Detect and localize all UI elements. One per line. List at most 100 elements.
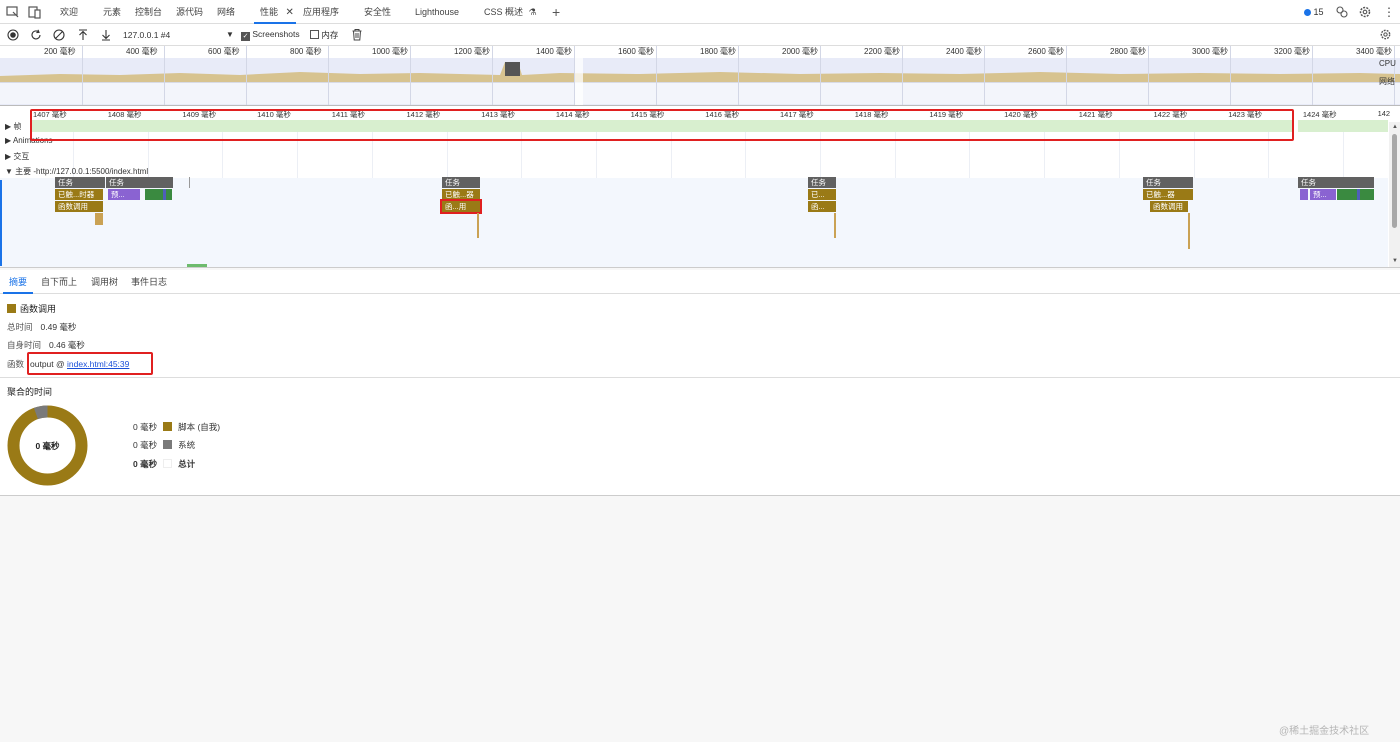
device-toolbar-icon[interactable] (28, 5, 42, 19)
timer-fired-block[interactable]: 已... (808, 189, 836, 200)
add-tab-icon[interactable]: + (552, 0, 560, 24)
total-time-row: 总时间 0.49 毫秒 (7, 321, 76, 333)
tab-welcome[interactable]: 欢迎 (60, 0, 78, 24)
task-block[interactable]: 任务 (106, 177, 173, 188)
self-time-row: 自身时间 0.46 毫秒 (7, 339, 85, 351)
frames-track-header[interactable]: ▶ 帧 (5, 121, 21, 132)
checkbox-checked-icon: ✓ (241, 32, 250, 41)
legend-value: 0 毫秒 (133, 422, 158, 432)
call-stack-block[interactable] (477, 213, 479, 238)
call-stack-block[interactable] (95, 213, 103, 225)
screenshots-label: Screenshots (252, 29, 300, 39)
scroll-down-icon[interactable]: ▼ (1392, 258, 1398, 264)
overview-gridline (328, 46, 329, 105)
gpu-block[interactable] (187, 264, 207, 267)
task-block[interactable]: 任务 (808, 177, 836, 188)
main-track-header[interactable]: ▼ 主要 -http://127.0.0.1:5500/index.html (5, 166, 148, 177)
function-call-block[interactable]: 函数调用 (1150, 201, 1188, 212)
tab-lighthouse[interactable]: Lighthouse (415, 0, 459, 24)
task-tick[interactable] (189, 177, 190, 188)
tab-sources[interactable]: 源代码 (176, 0, 203, 24)
selected-function-call-block[interactable]: 函...用 (440, 199, 482, 214)
tab-network[interactable]: 网络 (217, 0, 235, 24)
issues-count: 15 (1313, 7, 1324, 17)
reload-icon[interactable] (30, 29, 42, 41)
paint-block[interactable] (1360, 189, 1374, 200)
performance-toolbar: 127.0.0.1 #4 ▼ ✓ Screenshots 内存 (0, 24, 1400, 46)
legend-script-row: 0 毫秒 脚本 (自我) (133, 421, 220, 433)
interactions-track-header[interactable]: ▶ 交互 (5, 151, 29, 162)
overview-gridline (1148, 46, 1149, 105)
scroll-up-icon[interactable]: ▲ (1392, 124, 1398, 130)
devtools-window: 欢迎 元素 控制台 源代码 网络 性能 ✕ 应用程序 安全性 Lighthous… (0, 0, 1400, 742)
capture-settings-gear-icon[interactable] (1379, 28, 1392, 41)
function-call-block[interactable]: 函... (808, 201, 836, 212)
scrollbar-thumb[interactable] (1392, 134, 1397, 228)
tab-console[interactable]: 控制台 (135, 0, 162, 24)
network-chart-band (0, 82, 1400, 104)
legend-total-row: 0 毫秒 总计 (133, 458, 195, 470)
task-block[interactable]: 任务 (55, 177, 105, 188)
tab-performance[interactable]: 性能 ✕ (254, 0, 296, 24)
tab-call-tree[interactable]: 调用树 (91, 270, 118, 294)
overview-ruler-tick: 2000 毫秒 (782, 47, 819, 56)
tab-bottom-up[interactable]: 自下而上 (41, 270, 77, 294)
tab-css-overview[interactable]: CSS 概述 ⚗ (484, 0, 537, 24)
task-block[interactable]: 任务 (1298, 177, 1374, 188)
overview-ruler-tick: 1600 毫秒 (618, 47, 655, 56)
overview-ruler-tick: 400 毫秒 (126, 47, 158, 56)
pre-paint-block[interactable] (1300, 189, 1308, 200)
timer-fired-block[interactable]: 已触...时器 (55, 189, 103, 200)
more-options-icon[interactable]: ⋮ (1383, 0, 1395, 24)
issues-badge[interactable]: 15 (1304, 0, 1324, 24)
collapse-arrow-icon: ▼ (5, 167, 16, 176)
devtools-tab-bar: 欢迎 元素 控制台 源代码 网络 性能 ✕ 应用程序 安全性 Lighthous… (0, 0, 1400, 24)
self-time-value: 0.46 毫秒 (49, 340, 85, 350)
function-call-block[interactable]: 函数调用 (55, 201, 103, 212)
call-stack-block[interactable] (834, 213, 836, 238)
overview-selection-window[interactable] (575, 46, 583, 105)
screenshots-checkbox[interactable]: ✓ Screenshots (241, 29, 300, 41)
paint-block[interactable] (145, 189, 163, 200)
upload-icon[interactable] (77, 29, 89, 41)
overview-gridline (1312, 46, 1313, 105)
timeline-scrollbar[interactable]: ▲ ▼ (1389, 122, 1400, 267)
overview-gridline (410, 46, 411, 105)
clear-icon[interactable] (53, 29, 65, 41)
overview-ruler-tick: 2600 毫秒 (1028, 47, 1065, 56)
memory-checkbox[interactable]: 内存 (310, 29, 338, 41)
tab-summary[interactable]: 摘要 (3, 270, 34, 294)
function-label: 函数 (7, 359, 25, 369)
call-stack-block[interactable] (1188, 213, 1190, 249)
trash-icon[interactable] (351, 28, 363, 41)
task-block[interactable]: 任务 (442, 177, 480, 188)
overview-ruler-tick: 3400 毫秒 (1356, 47, 1393, 56)
self-time-label: 自身时间 (7, 340, 42, 350)
customize-icon[interactable] (1335, 5, 1349, 19)
legend-value: 0 毫秒 (133, 459, 158, 469)
timeline-overview[interactable]: 200 毫秒 400 毫秒 600 毫秒 800 毫秒 1000 毫秒 1200 毫秒 14… (0, 46, 1400, 106)
pre-paint-block[interactable]: 预... (1310, 189, 1336, 200)
overview-ruler-tick: 2800 毫秒 (1110, 47, 1147, 56)
tab-elements[interactable]: 元素 (103, 0, 121, 24)
download-icon[interactable] (100, 29, 112, 41)
frames-bar-next[interactable] (1298, 120, 1388, 132)
timer-fired-block[interactable]: 已触...器 (442, 189, 480, 200)
overview-gridline (656, 46, 657, 105)
timer-fired-block[interactable]: 已触...器 (1143, 189, 1193, 200)
tab-event-log[interactable]: 事件日志 (131, 270, 167, 294)
issues-icon (1304, 9, 1311, 16)
tab-security[interactable]: 安全性 (364, 0, 391, 24)
overview-gridline (492, 46, 493, 105)
paint-block[interactable] (1337, 189, 1357, 200)
pre-paint-block[interactable]: 预... (108, 189, 140, 200)
record-icon[interactable] (7, 29, 19, 41)
settings-gear-icon[interactable] (1358, 5, 1372, 19)
paint-block[interactable] (166, 189, 172, 200)
inspect-element-icon[interactable] (6, 5, 20, 19)
tab-css-overview-label: CSS 概述 (484, 7, 524, 17)
task-block[interactable]: 任务 (1143, 177, 1193, 188)
recording-select[interactable]: 127.0.0.1 #4 ▼ (123, 30, 235, 40)
close-tab-icon[interactable]: ✕ (286, 7, 294, 18)
tab-application[interactable]: 应用程序 (303, 0, 339, 24)
